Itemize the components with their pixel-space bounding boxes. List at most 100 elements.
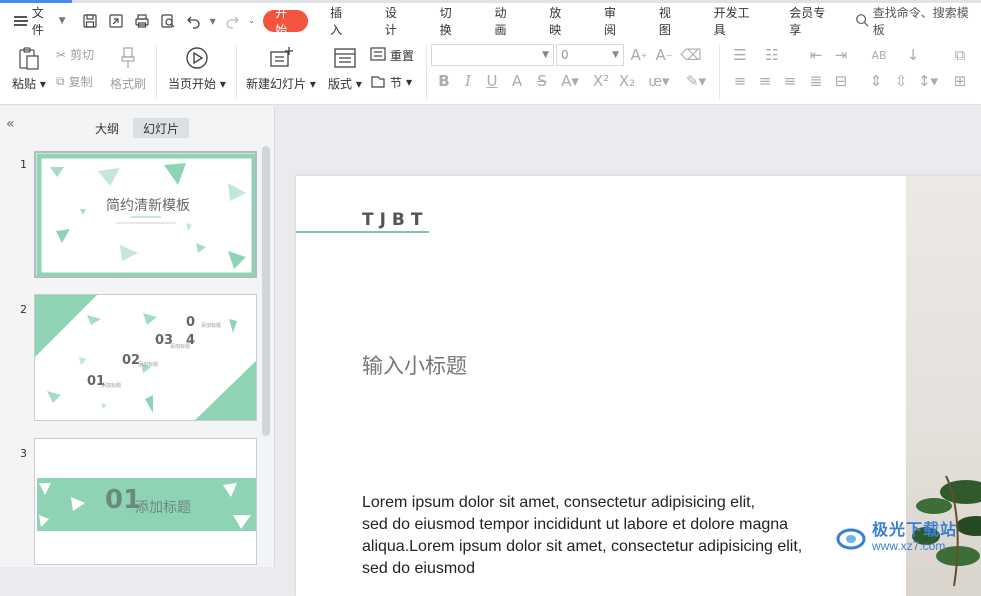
align-right-icon[interactable]: ≡ bbox=[780, 71, 800, 91]
save-icon[interactable] bbox=[80, 11, 100, 31]
print-icon[interactable] bbox=[132, 11, 152, 31]
print-preview-icon[interactable] bbox=[158, 11, 178, 31]
paste-button[interactable]: 粘贴 ▾ bbox=[12, 45, 46, 92]
reset-button[interactable]: 重置 bbox=[370, 46, 414, 65]
convert-icon[interactable]: ⧉ bbox=[950, 45, 970, 65]
spacing-options-icon[interactable]: ↕▾ bbox=[918, 71, 938, 91]
body-line: Lorem ipsum dolor sit amet, consectetur … bbox=[362, 494, 756, 511]
start-current-label: 当页开始 bbox=[168, 77, 217, 91]
search-icon bbox=[855, 13, 869, 30]
tab-slides[interactable]: 幻灯片 bbox=[133, 118, 190, 138]
tab-outline[interactable]: 大纲 bbox=[85, 118, 129, 138]
tab-animation[interactable]: 动画 bbox=[484, 6, 525, 37]
reset-icon bbox=[370, 46, 386, 65]
body-line: sed do eiusmod bbox=[362, 560, 475, 577]
thumb-item: 0 bbox=[186, 315, 196, 330]
tab-review[interactable]: 审阅 bbox=[594, 6, 635, 37]
subscript-icon[interactable]: X₂ bbox=[617, 71, 637, 91]
decrease-indent-icon[interactable]: ⇤ bbox=[806, 45, 826, 65]
superscript-icon[interactable]: X² bbox=[591, 71, 611, 91]
panel-scrollbar[interactable] bbox=[262, 146, 270, 436]
slide-thumbnail-3[interactable]: 01 添加标题 bbox=[34, 438, 257, 565]
align-center-icon[interactable]: ≡ bbox=[755, 71, 775, 91]
font-size-select[interactable]: 0 ▼ bbox=[556, 44, 624, 66]
thumb-title: 简约清新模板 bbox=[106, 198, 190, 214]
text-shadow-icon[interactable]: A bbox=[507, 71, 527, 91]
highlight-icon[interactable]: ✎▾ bbox=[686, 71, 706, 91]
customize-toolbar-icon[interactable]: ⌄ bbox=[248, 16, 256, 26]
undo-dropdown-icon[interactable]: ▼ bbox=[210, 17, 216, 26]
thumb-item-caption: 添加标题 bbox=[201, 323, 222, 329]
copy-label: 复制 bbox=[68, 75, 93, 89]
align-left-icon[interactable]: ≡ bbox=[730, 71, 750, 91]
tab-transitions[interactable]: 切换 bbox=[430, 6, 471, 37]
tab-view[interactable]: 视图 bbox=[649, 6, 690, 37]
slide-header[interactable]: TJBT bbox=[362, 210, 428, 230]
ribbon-tabs: 开始 插入 设计 切换 动画 放映 审阅 视图 开发工具 会员专享 bbox=[263, 6, 854, 37]
format-painter-icon bbox=[121, 47, 135, 68]
decrease-font-icon[interactable]: A − bbox=[654, 45, 674, 65]
tab-developer[interactable]: 开发工具 bbox=[704, 6, 766, 37]
redo-icon[interactable] bbox=[222, 11, 242, 31]
tab-member[interactable]: 会员专享 bbox=[779, 6, 841, 37]
text-direction-icon[interactable]: AB bbox=[869, 45, 889, 65]
font-color-icon[interactable]: A▾ bbox=[560, 71, 580, 91]
thumb-item-caption: 添加标题 bbox=[170, 344, 191, 350]
layout-icon bbox=[334, 48, 356, 68]
line-spacing-icon[interactable]: ⇕ bbox=[866, 71, 886, 91]
cut-button[interactable]: ✂ 剪切 bbox=[56, 46, 94, 63]
strikethrough-icon[interactable]: S bbox=[532, 71, 552, 91]
body-line: aliqua.Lorem ipsum dolor sit amet, conse… bbox=[362, 538, 803, 555]
distribute-icon[interactable]: ⊟ bbox=[831, 71, 851, 91]
slides-panel: « 大纲 幻灯片 1 简约清新模板 2 0 添加标题 4 03 添加标题 02 … bbox=[0, 106, 275, 567]
text-box-icon[interactable]: ⊞ bbox=[950, 71, 970, 91]
slide-thumbnail-2[interactable]: 0 添加标题 4 03 添加标题 02 添加标题 01 添加标题 bbox=[34, 294, 257, 421]
ribbon-toolbar: 粘贴 ▾ ✂ 剪切 ⧉ 复制 格式刷 当页开始 ▾ 新建幻灯片 ▾ 版式 ▾ 重置 … bbox=[0, 39, 981, 105]
format-painter-label: 格式刷 bbox=[110, 77, 147, 91]
increase-font-icon[interactable]: A + bbox=[629, 45, 649, 65]
bullet-list-icon[interactable]: ☰ bbox=[730, 45, 750, 65]
layout-button[interactable]: 版式 ▾ bbox=[328, 45, 362, 92]
bold-icon[interactable]: B bbox=[434, 71, 454, 91]
italic-icon[interactable]: I bbox=[458, 71, 478, 91]
tab-home[interactable]: 开始 bbox=[263, 6, 309, 37]
format-painter-button[interactable]: 格式刷 bbox=[110, 45, 146, 92]
file-menu[interactable]: 文件 ▼ bbox=[0, 6, 74, 37]
slide-subtitle[interactable]: 输入小标题 bbox=[362, 350, 467, 380]
slide-thumbnail-1[interactable]: 简约清新模板 bbox=[34, 151, 257, 278]
tab-insert[interactable]: 插入 bbox=[320, 6, 361, 37]
font-family-select[interactable]: ▼ bbox=[431, 44, 554, 66]
start-current-slide-button[interactable]: 当页开始 ▾ bbox=[168, 45, 226, 92]
cut-label: 剪切 bbox=[70, 48, 95, 62]
collapse-panel-icon[interactable]: « bbox=[6, 116, 15, 132]
slide-number: 1 bbox=[20, 158, 27, 171]
paragraph-spacing-icon[interactable]: ⇳ bbox=[891, 71, 911, 91]
header-underline bbox=[296, 231, 429, 233]
chevron-down-icon: ▼ bbox=[58, 16, 66, 26]
copy-button[interactable]: ⧉ 复制 bbox=[56, 73, 93, 90]
underline-icon[interactable]: U bbox=[482, 71, 502, 91]
quick-access-toolbar: ▼ ⌄ bbox=[74, 11, 256, 31]
play-icon bbox=[186, 47, 208, 69]
tab-slideshow[interactable]: 放映 bbox=[539, 6, 580, 37]
section-icon bbox=[370, 73, 386, 92]
reset-label: 重置 bbox=[390, 49, 415, 63]
increase-indent-icon[interactable]: ⇥ bbox=[831, 45, 851, 65]
body-line: sed do eiusmod tempor incididunt ut labo… bbox=[362, 516, 789, 533]
section-button[interactable]: 节 ▼ bbox=[370, 73, 412, 92]
scissors-icon: ✂ bbox=[56, 47, 67, 62]
sort-icon[interactable]: ↓ bbox=[903, 45, 923, 65]
undo-icon[interactable] bbox=[184, 11, 204, 31]
eraser-icon[interactable]: ⌫ bbox=[680, 45, 701, 65]
justify-icon[interactable]: ≣ bbox=[806, 71, 826, 91]
phonetic-icon[interactable]: ᵫ▾ bbox=[648, 71, 669, 91]
numbered-list-icon[interactable]: ☷ bbox=[762, 45, 782, 65]
layout-label: 版式 bbox=[328, 77, 353, 91]
thumb-item-caption: 添加标题 bbox=[101, 383, 122, 389]
tab-design[interactable]: 设计 bbox=[375, 6, 416, 37]
command-search[interactable]: 查找命令、搜索模板 bbox=[855, 4, 981, 38]
section-label: 节 bbox=[390, 76, 403, 90]
new-slide-button[interactable]: 新建幻灯片 ▾ bbox=[246, 45, 316, 92]
export-icon[interactable] bbox=[106, 11, 126, 31]
slide-number: 2 bbox=[20, 303, 27, 316]
